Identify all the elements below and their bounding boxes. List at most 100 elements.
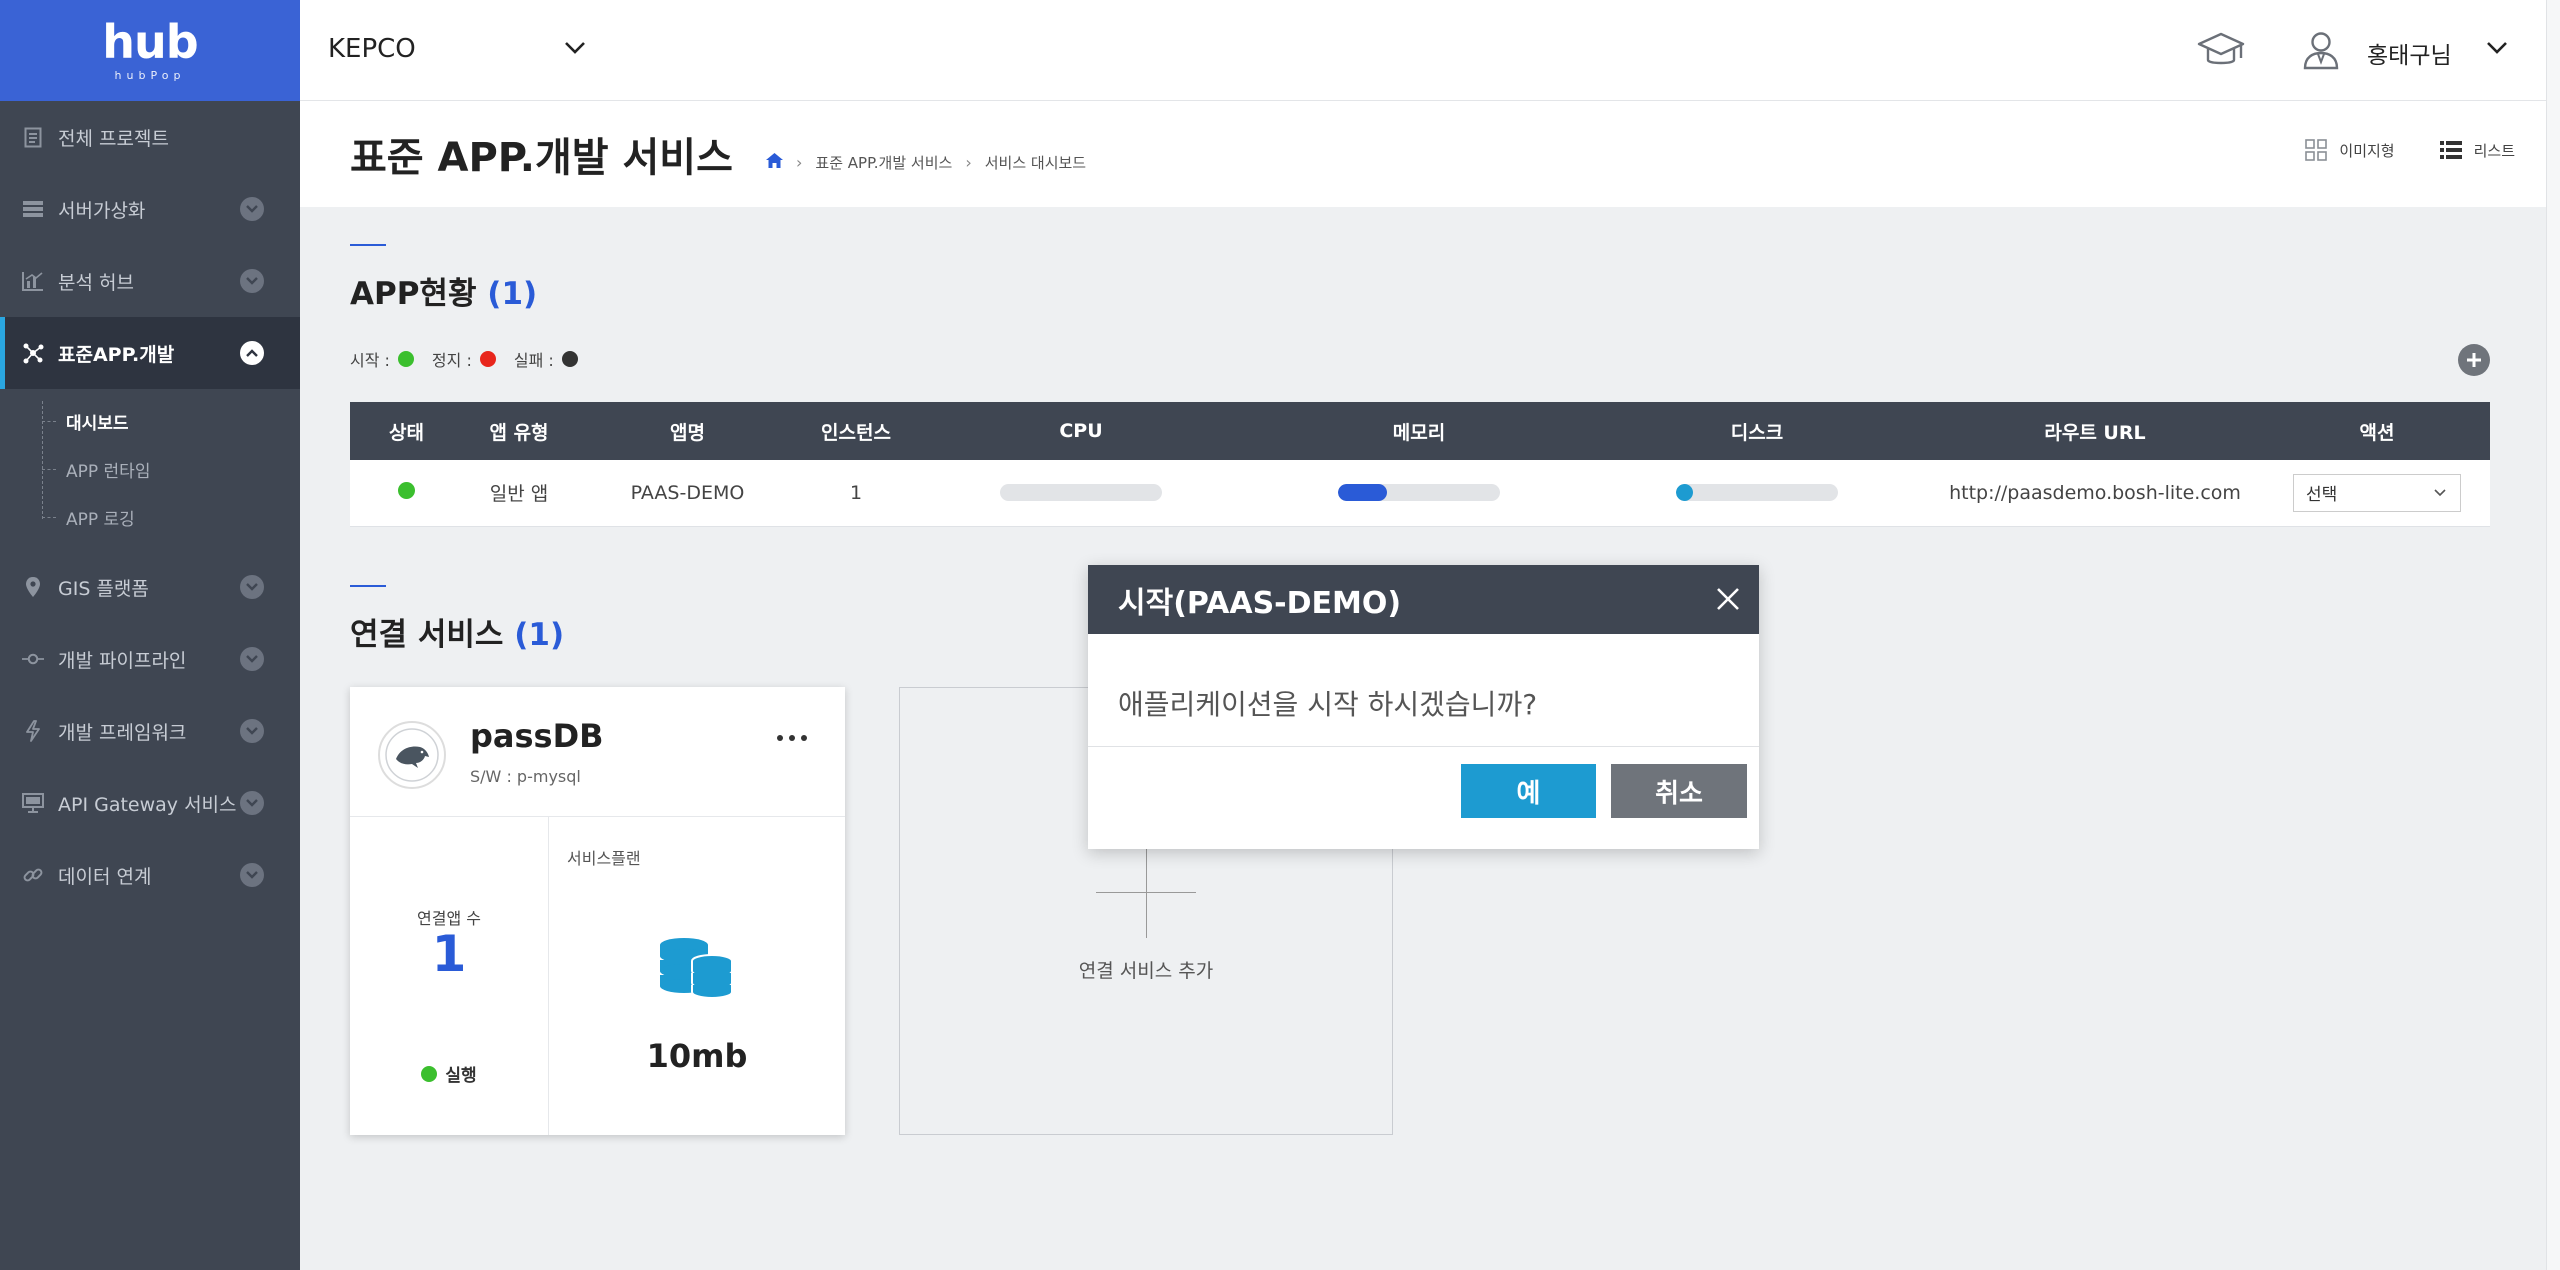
section-accent-bar: [350, 585, 386, 587]
subnav-item-app-logging[interactable]: APP 로깅: [0, 493, 300, 541]
sidebar-item-label: 개발 파이프라인: [58, 649, 187, 672]
link-icon: [22, 864, 44, 886]
sidebar-item-label: 분석 허브: [58, 271, 134, 294]
view-image-button[interactable]: 이미지형: [2305, 139, 2395, 161]
top-bar: KEPCO 홍태구님: [300, 0, 2560, 101]
action-cell: 선택: [2264, 460, 2490, 527]
home-icon[interactable]: [766, 153, 783, 172]
logo-subtitle: hubPop: [114, 69, 186, 82]
legend-fail-label: 실패 :: [513, 351, 554, 370]
sidebar-item-pipeline[interactable]: 개발 파이프라인: [0, 623, 300, 695]
confirm-yes-button[interactable]: 예: [1461, 764, 1596, 818]
sidebar-item-server[interactable]: 서버가상화: [0, 173, 300, 245]
hubpop-logo[interactable]: hub hubPop: [0, 0, 300, 101]
sidebar-item-api-gateway[interactable]: API Gateway 서비스: [0, 767, 300, 839]
sidebar-item-label: 서버가상화: [58, 199, 146, 222]
disk-cell: [1588, 460, 1926, 527]
sidebar-item-all-projects[interactable]: 전체 프로젝트: [0, 101, 300, 173]
service-status: 실행: [350, 1061, 548, 1086]
column-header: 디스크: [1588, 402, 1926, 460]
add-app-button[interactable]: [2458, 344, 2490, 376]
bolt-icon: [22, 720, 44, 742]
chevron-down-icon[interactable]: [240, 719, 264, 743]
service-name: passDB: [470, 717, 604, 755]
chevron-down-icon[interactable]: [240, 575, 264, 599]
action-select[interactable]: 선택: [2293, 473, 2461, 512]
user-icon[interactable]: [2301, 30, 2341, 74]
close-icon[interactable]: [1715, 585, 1741, 620]
clipboard-icon: [22, 126, 44, 148]
sidebar-subnav: 대시보드 APP 런타임 APP 로깅: [0, 389, 300, 551]
column-header: 메모리: [1250, 402, 1588, 460]
view-list-label: 리스트: [2473, 141, 2515, 160]
monitor-icon: [22, 792, 44, 814]
status-dot: [421, 1065, 438, 1082]
column-header: 액션: [2264, 402, 2490, 460]
app-status-title-text: APP현황: [350, 276, 477, 312]
graduation-cap-icon[interactable]: [2197, 28, 2245, 76]
user-name[interactable]: 홍태구님: [2367, 36, 2452, 70]
breadcrumb-item[interactable]: 서비스 대시보드: [985, 152, 1086, 173]
column-header: 앱 유형: [463, 402, 575, 460]
app-status-count: (1): [487, 276, 538, 312]
route-url-cell[interactable]: http://paasdemo.bosh-lite.com: [1926, 460, 2264, 527]
column-header: CPU: [912, 402, 1250, 460]
sidebar-item-app-dev[interactable]: 표준APP.개발: [0, 317, 300, 389]
breadcrumb-separator: ›: [796, 153, 803, 172]
column-header: 상태: [350, 402, 463, 460]
app-status-title: APP현황 (1): [350, 268, 537, 313]
app-type-cell: 일반 앱: [463, 460, 575, 527]
chevron-down-icon[interactable]: [240, 197, 264, 221]
chevron-up-icon[interactable]: [240, 341, 264, 365]
column-header: 라우트 URL: [1926, 402, 2264, 460]
memory-usage-fill: [1338, 484, 1387, 502]
page-header: 표준 APP.개발 서비스 › 표준 APP.개발 서비스 › 서비스 대시보드…: [300, 101, 2560, 207]
connected-services-title-text: 연결 서비스: [350, 617, 504, 653]
chevron-down-icon[interactable]: [240, 791, 264, 815]
sidebar-item-framework[interactable]: 개발 프레임워크: [0, 695, 300, 767]
column-header: 앱명: [575, 402, 800, 460]
cancel-button[interactable]: 취소: [1611, 764, 1747, 818]
subnav-item-dashboard[interactable]: 대시보드: [0, 397, 300, 445]
sidebar-item-data-link[interactable]: 데이터 연계: [0, 839, 300, 911]
legend-start-dot: [397, 351, 414, 367]
plus-icon: [1146, 848, 1147, 938]
more-options-icon[interactable]: [777, 735, 807, 741]
instances-cell: 1: [800, 460, 912, 527]
org-selector-label[interactable]: KEPCO: [328, 34, 416, 64]
chevron-down-icon[interactable]: [240, 647, 264, 671]
view-list-button[interactable]: 리스트: [2439, 140, 2515, 161]
legend-fail-dot: [561, 351, 578, 367]
view-image-label: 이미지형: [2339, 141, 2395, 160]
breadcrumb-separator: ›: [965, 153, 972, 172]
sidebar-item-label: API Gateway 서비스: [58, 793, 237, 816]
chart-icon: [22, 270, 44, 292]
scrollbar[interactable]: [2546, 0, 2560, 1270]
start-confirm-dialog: 시작(PAAS-DEMO) 애플리케이션을 시작 하시겠습니까? 예 취소: [1088, 565, 1759, 849]
action-select-value: 선택: [2306, 485, 2338, 506]
chevron-down-icon[interactable]: [564, 40, 586, 59]
dialog-message: 애플리케이션을 시작 하시겠습니까?: [1118, 688, 1538, 721]
add-service-label: 연결 서비스 추가: [1078, 960, 1214, 982]
chevron-down-icon[interactable]: [240, 863, 264, 887]
chevron-down-icon[interactable]: [240, 269, 264, 293]
sidebar-item-label: GIS 플랫폼: [58, 577, 149, 600]
sidebar-item-analysis[interactable]: 분석 허브: [0, 245, 300, 317]
status-dot: [398, 481, 415, 499]
breadcrumb-item[interactable]: 표준 APP.개발 서비스: [815, 152, 952, 173]
section-accent-bar: [350, 244, 386, 246]
sidebar-item-gis[interactable]: GIS 플랫폼: [0, 551, 300, 623]
subnav-item-app-runtime[interactable]: APP 런타임: [0, 445, 300, 493]
service-sw: S/W : p-mysql: [470, 767, 581, 786]
list-icon: [2439, 141, 2462, 159]
service-card[interactable]: passDB S/W : p-mysql 연결앱 수 1 실행 서비스플랜 10…: [350, 687, 845, 1135]
plus-icon: [2467, 353, 2481, 367]
app-name-cell[interactable]: PAAS-DEMO: [575, 460, 800, 527]
table-row[interactable]: 일반 앱 PAAS-DEMO 1 http://paasdemo.bosh-li…: [350, 460, 2490, 527]
chevron-down-icon[interactable]: [2486, 40, 2508, 59]
mysql-dolphin-icon: [378, 721, 446, 789]
status-cell: [350, 460, 463, 527]
table-header-row: 상태 앱 유형 앱명 인스턴스 CPU 메모리 디스크 라우트 URL 액션: [350, 402, 2490, 460]
memory-cell: [1250, 460, 1588, 527]
legend-stop-dot: [479, 351, 496, 367]
